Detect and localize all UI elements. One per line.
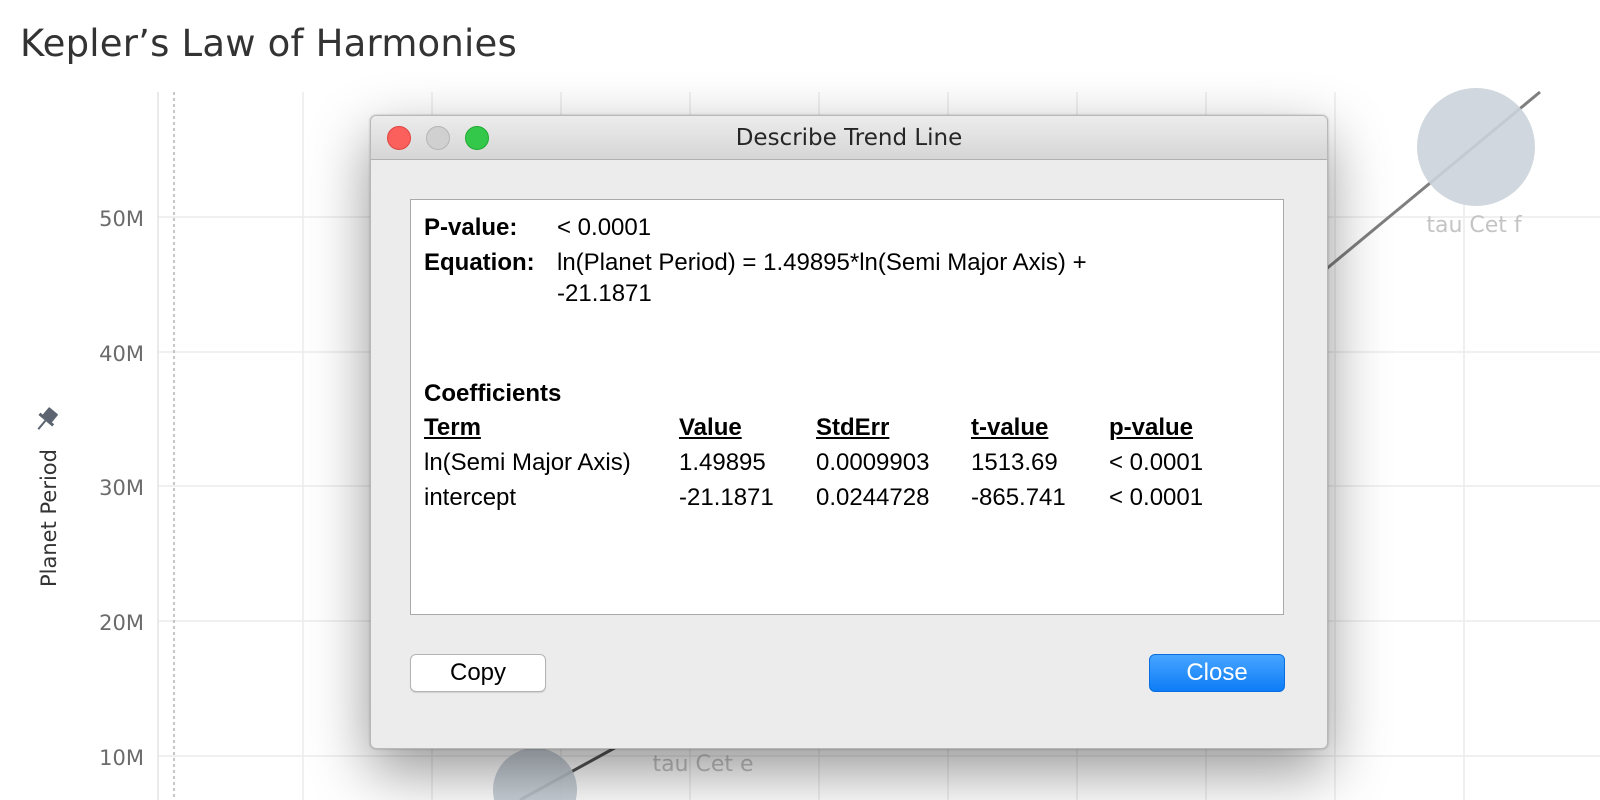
table-cell: < 0.0001: [1109, 484, 1204, 511]
data-point[interactable]: [1417, 88, 1535, 206]
equation-label: Equation:: [424, 249, 535, 276]
table-cell: -865.741: [971, 484, 1066, 511]
column-header: Value: [679, 414, 742, 441]
table-row: ln(Semi Major Axis) 1.49895 0.0009903 15…: [424, 449, 1239, 484]
table-cell: intercept: [424, 484, 517, 511]
close-button[interactable]: Close: [1149, 654, 1285, 692]
trend-description-box[interactable]: P-value: < 0.0001 Equation: ln(Planet Pe…: [410, 199, 1284, 615]
equation-line-1: ln(Planet Period) = 1.49895*ln(Semi Majo…: [557, 249, 1087, 276]
y-tick-label: 50M: [99, 207, 144, 231]
table-cell: -21.1871: [679, 484, 774, 511]
y-tick-label: 40M: [99, 342, 144, 366]
table-header-row: Term Value StdErr t-value p-value: [424, 414, 1239, 449]
coefficients-table: Term Value StdErr t-value p-value ln(Sem…: [424, 414, 1239, 519]
point-label: tau Cet f: [1426, 213, 1523, 238]
y-tick-label: 30M: [99, 476, 144, 500]
column-header: StdErr: [816, 414, 890, 441]
table-row: intercept -21.1871 0.0244728 -865.741 < …: [424, 484, 1239, 519]
dialog-titlebar[interactable]: Describe Trend Line: [371, 116, 1327, 160]
pin-icon[interactable]: [31, 405, 60, 435]
copy-button[interactable]: Copy: [410, 654, 546, 692]
point-label: tau Cet e: [652, 752, 753, 777]
table-cell: ln(Semi Major Axis): [424, 449, 631, 476]
dialog-title: Describe Trend Line: [735, 125, 963, 151]
table-cell: < 0.0001: [1109, 449, 1204, 476]
table-cell: 0.0244728: [816, 484, 930, 511]
y-tick-label: 20M: [99, 611, 144, 635]
equation-line-2: -21.1871: [557, 280, 652, 307]
column-header: t-value: [971, 414, 1049, 441]
pvalue-value: < 0.0001: [557, 214, 652, 241]
table-cell: 1.49895: [679, 449, 766, 476]
column-header: Term: [424, 414, 481, 441]
column-header: p-value: [1109, 414, 1194, 441]
y-axis-label: Planet Period: [37, 449, 61, 587]
table-cell: 0.0009903: [816, 449, 930, 476]
coefficients-title: Coefficients: [424, 380, 562, 407]
table-cell: 1513.69: [971, 449, 1058, 476]
describe-trend-line-dialog: Describe Trend Line P-value: < 0.0001 Eq…: [370, 115, 1328, 749]
pvalue-label: P-value:: [424, 214, 518, 241]
y-tick-label: 10M: [99, 746, 144, 770]
